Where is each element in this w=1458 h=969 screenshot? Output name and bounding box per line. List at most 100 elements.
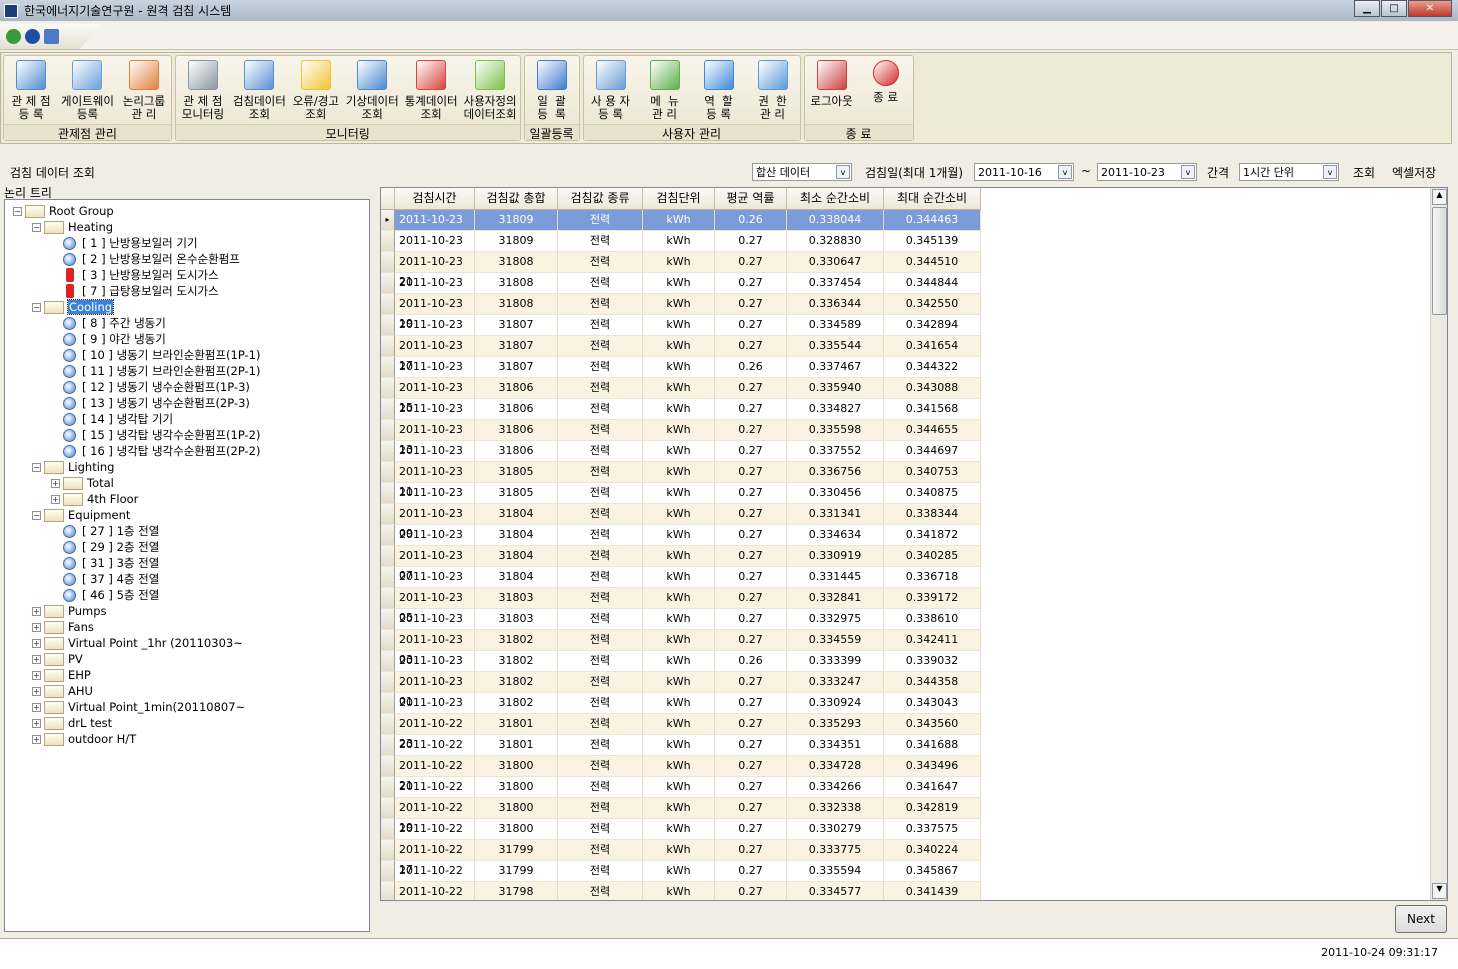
table-row[interactable]: 2011-10-22 2031800전력kWh0.270.3342660.341… (381, 777, 981, 813)
ribbon-button[interactable]: 사 용 자 등 록 (584, 56, 638, 124)
row-header[interactable] (381, 483, 395, 504)
logic-tree[interactable]: − Root Group − Heating[ 1 ] 난방용보일러 기기[ 2 ] … (4, 199, 370, 932)
row-header[interactable] (381, 798, 395, 819)
ribbon-button[interactable]: 종 료 (859, 56, 913, 124)
row-header[interactable] (381, 399, 395, 420)
table-row[interactable]: 2011-10-23 1231806전력kWh0.270.3375520.344… (381, 441, 981, 477)
row-header[interactable] (381, 378, 395, 399)
expand-icon[interactable]: + (32, 718, 41, 728)
chevron-down-icon[interactable]: v (1058, 165, 1072, 179)
minimize-button[interactable]: ▁ (1354, 0, 1380, 17)
expand-icon[interactable]: + (32, 670, 41, 680)
row-header[interactable] (381, 630, 395, 651)
help-icon[interactable] (25, 29, 40, 44)
table-row[interactable]: 2011-10-23 01 31802 전력 kWh 0.27 0.333247 0.344… (381, 672, 981, 708)
tree-node[interactable]: [ 12 ] 냉동기 냉수순환펌프(1P-3) (63, 379, 250, 395)
expand-icon[interactable]: + (32, 686, 41, 696)
table-row[interactable]: 2011-10-23 1031805전력kWh0.270.3304560.340… (381, 483, 981, 519)
tree-node[interactable]: [ 7 ] 급탕용보일러 도시가스 (63, 283, 219, 299)
expand-icon[interactable]: + (32, 638, 41, 648)
ribbon-button[interactable]: 게이트웨이 등록 (58, 56, 117, 124)
row-header[interactable] (381, 546, 395, 567)
tree-node[interactable]: [ 11 ] 냉동기 브라인순환펌프(2P-1) (63, 363, 260, 379)
tree-node[interactable]: [ 15 ] 냉각탑 냉각수순환펌프(1P-2) (63, 427, 260, 443)
tree-node[interactable]: +4th Floor (51, 491, 138, 507)
tree-node[interactable]: [ 2 ] 난방용보일러 온수순환펌프 (63, 251, 240, 267)
ribbon-button[interactable]: 논리그룹 관 리 (117, 56, 171, 124)
tree-node[interactable]: − Root Group (13, 203, 114, 219)
row-header[interactable] (381, 567, 395, 588)
chevron-down-icon[interactable]: v (836, 165, 850, 179)
tree-node[interactable]: [ 16 ] 냉각탑 냉각수순환펌프(2P-2) (63, 443, 260, 459)
row-header[interactable] (381, 357, 395, 378)
end-date-picker[interactable]: 2011-10-23 v (1097, 163, 1197, 181)
ribbon-button[interactable]: 역 할 등 록 (692, 56, 746, 124)
row-header[interactable] (381, 294, 395, 315)
tree-node[interactable]: [ 3 ] 난방용보일러 도시가스 (63, 267, 219, 283)
table-row[interactable]: 2011-10-22 1531798전력kWh0.270.3345770.341… (381, 882, 981, 900)
table-row[interactable]: 2011-10-23 1831807전력kWh0.270.3345890.342… (381, 315, 981, 351)
table-row[interactable]: 2011-10-22 17 31799 전력 kWh 0.27 0.333775 0.340… (381, 840, 981, 876)
tree-node[interactable]: [ 9 ] 야간 냉동기 (63, 331, 166, 347)
row-header[interactable] (381, 756, 395, 777)
table-row[interactable]: 2011-10-23 2031808전력kWh0.270.3374540.344… (381, 273, 981, 309)
table-row[interactable]: 2011-10-22 1631799전력kWh0.270.3355940.345… (381, 861, 981, 897)
row-header[interactable] (381, 336, 395, 357)
scroll-up-button[interactable]: ▲ (1432, 189, 1447, 205)
row-header[interactable] (381, 672, 395, 693)
table-row[interactable]: 2011-10-22 23 31801 전력 kWh 0.27 0.335293 0.343… (381, 714, 981, 750)
table-row[interactable]: 2011-10-23 0231802전력kWh0.260.3333990.339… (381, 651, 981, 687)
tree-node[interactable]: [ 37 ] 4층 전열 (63, 571, 159, 587)
tree-node[interactable]: + PV (32, 651, 83, 667)
collapse-icon[interactable]: − (32, 462, 41, 472)
expand-icon[interactable]: + (51, 478, 60, 488)
tree-node[interactable]: [ 27 ] 1층 전열 (63, 523, 159, 539)
table-row[interactable]: 2011-10-22 19 31800 전력 kWh 0.27 0.332338 0.342… (381, 798, 981, 834)
tree-node[interactable]: [ 46 ] 5층 전열 (63, 587, 159, 603)
row-header[interactable] (381, 588, 395, 609)
tree-node[interactable]: + drL test (32, 715, 112, 731)
row-header[interactable] (381, 315, 395, 336)
row-header[interactable] (381, 735, 395, 756)
tree-node[interactable]: + EHP (32, 667, 91, 683)
table-row[interactable]: 2011-10-23 21 31808 전력 kWh 0.27 0.330647 0.344… (381, 252, 981, 288)
row-header[interactable] (381, 777, 395, 798)
chevron-down-icon[interactable]: v (1181, 165, 1195, 179)
table-row[interactable]: 2011-10-23 0831804전력kWh0.270.3346340.341… (381, 525, 981, 561)
expand-icon[interactable]: + (32, 622, 41, 632)
table-row[interactable]: 2011-10-23 05 31803 전력 kWh 0.27 0.332841 0.339… (381, 588, 981, 624)
ribbon-button[interactable]: 관 제 점 모니터링 (176, 56, 230, 124)
ribbon-button[interactable]: 로그아웃 (805, 56, 859, 124)
next-button[interactable]: Next (1395, 905, 1447, 933)
collapse-icon[interactable]: − (13, 206, 22, 216)
ribbon-button[interactable]: 권 한 관 리 (746, 56, 800, 124)
row-header[interactable] (381, 651, 395, 672)
data-type-select[interactable]: 합산 데이터 v (752, 163, 852, 181)
tree-node[interactable]: + Total (51, 475, 114, 491)
table-row[interactable]: 2011-10-23 1631807전력kWh0.260.3374670.344… (381, 357, 981, 393)
interval-select[interactable]: 1시간 단위 v (1239, 163, 1339, 181)
tree-node[interactable]: [ 10 ] 냉동기 브라인순환펌프(1P-1) (63, 347, 260, 363)
tree-node[interactable]: − Cooling (32, 299, 115, 315)
table-row[interactable]: 2011-10-22 21 31800 전력 kWh 0.27 0.334728 0.343… (381, 756, 981, 792)
ribbon-button[interactable]: 일 괄 등 록 (525, 56, 579, 124)
collapse-icon[interactable]: − (32, 222, 41, 232)
row-header[interactable] (381, 504, 395, 525)
row-header[interactable] (381, 231, 395, 252)
row-header[interactable] (381, 462, 395, 483)
ribbon-button[interactable]: 오류/경고 조회 (289, 56, 343, 124)
table-row[interactable]: 2011-10-23 0631804전력kWh0.270.3314450.336… (381, 567, 981, 603)
expand-icon[interactable]: + (32, 734, 41, 744)
excel-save-button[interactable]: 엑셀저장 (1392, 164, 1436, 181)
ribbon-button[interactable]: 검침데이터 조회 (230, 56, 289, 124)
row-header[interactable] (381, 819, 395, 840)
tree-node[interactable]: + Virtual Point _1hr (20110303~ (32, 635, 243, 651)
column-header[interactable]: 검침값 종류 (558, 188, 643, 209)
row-header[interactable] (381, 861, 395, 882)
row-header[interactable]: ▸ (381, 210, 395, 231)
table-row[interactable]: 2011-10-23 2231809전력kWh0.270.3288300.345… (381, 231, 981, 267)
ribbon-button[interactable]: 통계데이터 조회 (402, 56, 461, 124)
panel-splitter[interactable] (371, 184, 377, 934)
tree-node[interactable]: + Virtual Point_1min(20110807~ (32, 699, 245, 715)
column-header[interactable]: 최소 순간소비 (787, 188, 884, 209)
